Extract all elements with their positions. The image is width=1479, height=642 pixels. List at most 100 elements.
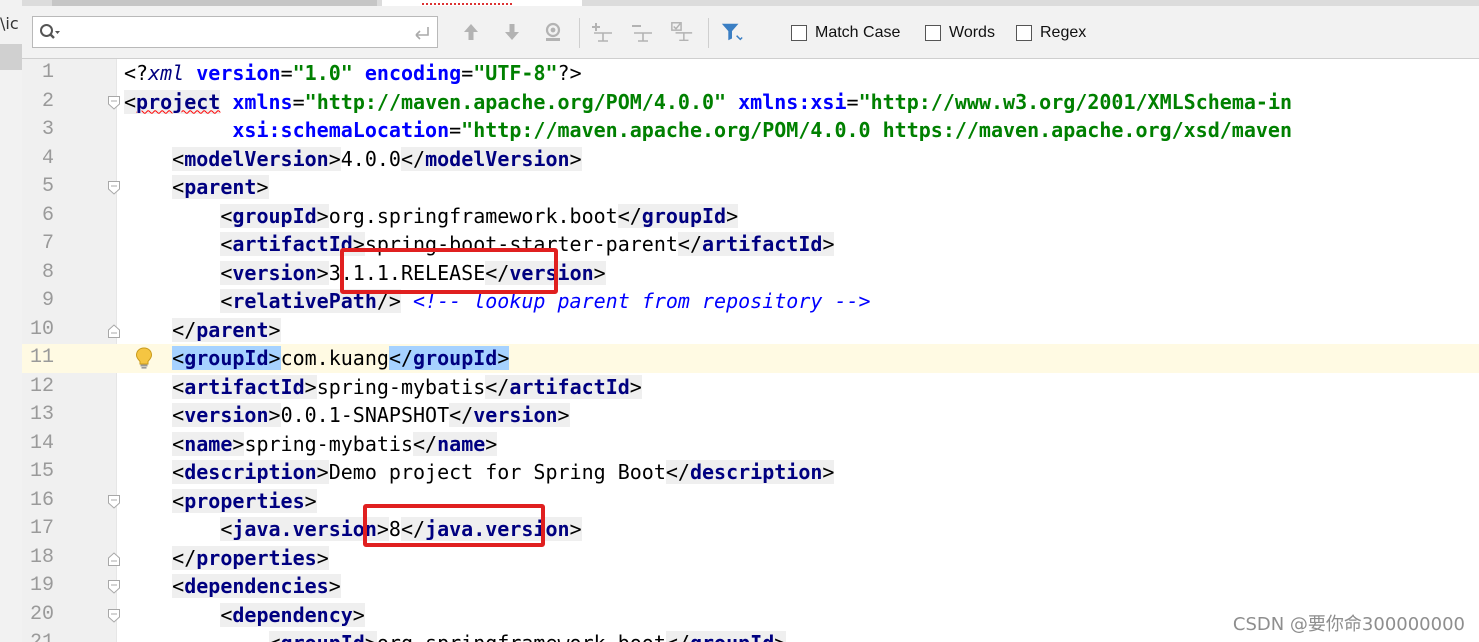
code-line[interactable]: 1 <?xml version="1.0" encoding="UTF-8"?> bbox=[22, 59, 1479, 88]
code-token: < bbox=[172, 431, 185, 456]
code-text: xsi:schemaLocation="http://maven.apache.… bbox=[124, 116, 1292, 144]
line-number: 5 bbox=[41, 175, 54, 198]
search-field[interactable] bbox=[32, 16, 438, 48]
code-line[interactable]: 6 <groupId>org.springframework.boot</gro… bbox=[22, 202, 1479, 231]
highlight-box-version bbox=[340, 248, 558, 294]
line-number: 13 bbox=[29, 403, 54, 426]
code-token: < bbox=[172, 488, 185, 513]
code-line[interactable]: 3 xsi:schemaLocation="http://maven.apach… bbox=[22, 116, 1479, 145]
code-token: > bbox=[726, 203, 739, 228]
line-number: 14 bbox=[29, 431, 54, 455]
code-line[interactable]: 4 <modelVersion>4.0.0</modelVersion> bbox=[22, 145, 1479, 174]
code-token: </ bbox=[413, 431, 438, 456]
code-line[interactable]: 12 <artifactId>spring-mybatis</artifactI… bbox=[22, 373, 1479, 402]
fold-collapse-icon[interactable] bbox=[107, 180, 121, 201]
words-option[interactable]: Words bbox=[925, 24, 995, 42]
line-number: 10 bbox=[29, 317, 54, 341]
code-line[interactable]: 17 <java.version>8</java.version> bbox=[22, 515, 1479, 544]
code-line[interactable]: 15 <description>Demo project for Spring … bbox=[22, 458, 1479, 487]
fold-collapse-icon[interactable] bbox=[107, 95, 121, 116]
line-number: 17 bbox=[29, 517, 54, 540]
words-checkbox[interactable] bbox=[925, 25, 941, 41]
code-text: </properties> bbox=[124, 544, 329, 572]
code-line[interactable]: 19 <dependencies> bbox=[22, 572, 1479, 601]
filter-icon[interactable] bbox=[720, 20, 744, 44]
code-token: name bbox=[437, 431, 486, 456]
code-text: <parent> bbox=[124, 173, 269, 201]
code-token: > bbox=[822, 232, 835, 256]
code-line[interactable]: 13 <version>0.0.1-SNAPSHOT</version> bbox=[22, 401, 1479, 430]
next-occurrence-icon[interactable] bbox=[500, 20, 524, 44]
code-text: <groupId>org.springframework.boot</group… bbox=[124, 202, 739, 230]
code-line[interactable]: 8 <version>3.1.1.RELEASE</version> bbox=[22, 259, 1479, 288]
select-all-occurrences-icon[interactable] bbox=[670, 20, 694, 44]
fold-collapse-icon[interactable] bbox=[107, 608, 121, 629]
find-usages-icon[interactable] bbox=[541, 20, 565, 44]
code-token: artifactId bbox=[509, 374, 630, 399]
code-token: "UTF-8" bbox=[473, 61, 558, 85]
code-line[interactable]: 7 <artifactId>spring-boot-starter-parent… bbox=[22, 230, 1479, 259]
code-token: > bbox=[557, 403, 570, 427]
code-token: modelVersion bbox=[184, 146, 329, 171]
fold-collapse-icon[interactable] bbox=[107, 579, 121, 600]
selected-tree-row[interactable] bbox=[0, 44, 22, 70]
regex-checkbox[interactable] bbox=[1016, 25, 1032, 41]
enter-icon bbox=[411, 23, 431, 48]
code-line[interactable]: 2 <project xmlns="http://maven.apache.org… bbox=[22, 88, 1479, 117]
code-line[interactable]: 9 <relativePath/> <!-- lookup parent fro… bbox=[22, 287, 1479, 316]
search-input[interactable] bbox=[65, 21, 409, 45]
line-number: 11 bbox=[29, 346, 54, 369]
code-token: dependency bbox=[232, 602, 353, 627]
previous-occurrence-icon[interactable] bbox=[459, 20, 483, 44]
fold-end-icon[interactable] bbox=[107, 551, 121, 572]
code-token: < bbox=[220, 260, 233, 285]
fold-end-icon[interactable] bbox=[107, 323, 121, 344]
remove-occurrence-icon[interactable] bbox=[630, 20, 654, 44]
match-case-checkbox[interactable] bbox=[791, 25, 807, 41]
code-line[interactable]: 18 </properties> bbox=[22, 544, 1479, 573]
code-token: project bbox=[136, 89, 221, 114]
code-token: > bbox=[364, 631, 377, 642]
code-token: </ bbox=[617, 203, 642, 228]
code-token: <? bbox=[124, 61, 149, 85]
code-token: < bbox=[172, 403, 185, 427]
code-token: groupId bbox=[232, 203, 317, 228]
code-token: < bbox=[172, 374, 185, 399]
add-occurrence-icon[interactable] bbox=[590, 20, 614, 44]
search-icon[interactable] bbox=[39, 23, 61, 48]
code-token: = bbox=[461, 61, 474, 85]
code-token: </ bbox=[400, 146, 426, 171]
code-token: artifactId bbox=[232, 232, 353, 256]
code-editor[interactable]: 1 <?xml version="1.0" encoding="UTF-8"?> 2… bbox=[22, 59, 1479, 642]
code-token: > bbox=[569, 146, 582, 171]
words-label: Words bbox=[949, 24, 995, 41]
code-token: < bbox=[172, 146, 185, 171]
code-line[interactable]: 10 </parent> bbox=[22, 316, 1479, 345]
code-line[interactable]: 16 <properties> bbox=[22, 487, 1479, 516]
fold-collapse-icon[interactable] bbox=[107, 494, 121, 515]
code-token: > bbox=[232, 431, 245, 456]
watermark: CSDN @要你命300000000 bbox=[1232, 614, 1465, 635]
code-token: 4.0.0 bbox=[340, 146, 401, 171]
code-line[interactable]: 5 <parent> bbox=[22, 173, 1479, 202]
code-token: < bbox=[220, 232, 233, 256]
code-token: "http://www.w3.org/2001/XMLSchema-in bbox=[858, 89, 1293, 114]
code-token: > bbox=[485, 431, 498, 456]
code-token: = bbox=[280, 61, 293, 85]
code-line[interactable]: 14 <name>spring-mybatis</name> bbox=[22, 430, 1479, 459]
code-line[interactable]: 11 <groupId>com.kuang</groupId> bbox=[22, 344, 1479, 373]
regex-option[interactable]: Regex bbox=[1016, 24, 1086, 42]
line-number: 7 bbox=[41, 232, 54, 255]
line-number: 15 bbox=[29, 460, 54, 483]
code-token: </ bbox=[677, 232, 703, 256]
match-case-option[interactable]: Match Case bbox=[791, 24, 900, 42]
